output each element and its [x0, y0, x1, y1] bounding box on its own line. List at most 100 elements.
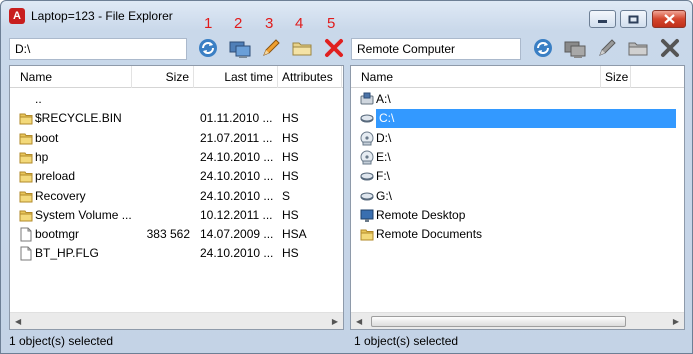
delete-x-icon [324, 38, 343, 57]
file-attributes: S [282, 188, 291, 203]
local-file-row[interactable]: hp 24.10.2010 ... HS [10, 148, 343, 167]
remote-horizontal-scrollbar[interactable]: ◀ ▶ [351, 312, 684, 329]
remote-new-folder-button[interactable] [623, 34, 652, 61]
remote-drive-row[interactable]: F:\ [351, 167, 684, 186]
local-rename-button[interactable] [256, 34, 285, 61]
file-last-time: 01.11.2010 ... [200, 111, 273, 126]
local-file-row[interactable]: System Volume ... 10.12.2011 ... HS [10, 206, 343, 225]
file-name: boot [35, 130, 59, 145]
hard-drive-icon [360, 192, 374, 200]
column-size[interactable]: Size [132, 66, 194, 88]
drive-name: E:\ [376, 149, 391, 164]
drive-name: Remote Documents [376, 227, 483, 242]
close-window-button[interactable] [652, 10, 686, 28]
file-size [132, 167, 190, 186]
file-attributes: HSA [282, 227, 307, 242]
drive-name: F:\ [376, 169, 390, 184]
refresh-icon [198, 38, 217, 57]
refresh-icon [533, 38, 552, 57]
file-last-time: 24.10.2010 ... [200, 149, 274, 164]
window-title: Laptop=123 - File Explorer [31, 9, 173, 23]
file-attributes: HS [282, 207, 299, 222]
scroll-right-icon[interactable]: ▶ [673, 313, 679, 330]
maximize-button[interactable] [620, 10, 647, 28]
file-size: 383 562 [146, 227, 190, 242]
file-attributes: HS [282, 130, 299, 145]
file-last-time: 14.07.2009 ... [200, 227, 274, 242]
local-copy-to-remote-button[interactable] [225, 34, 254, 61]
folder-icon [19, 171, 33, 183]
remote-drive-row[interactable]: Remote Desktop [351, 206, 684, 225]
remote-rename-button[interactable] [592, 34, 621, 61]
folder-icon [19, 152, 33, 164]
file-name: preload [35, 169, 76, 184]
remote-drive-row[interactable]: E:\ [351, 148, 684, 167]
scroll-right-icon[interactable]: ▶ [332, 313, 338, 330]
remote-delete-button[interactable] [655, 34, 684, 61]
local-file-row[interactable]: $RECYCLE.BIN 01.11.2010 ... HS [10, 109, 343, 128]
local-file-pane: Name Size Last time Attributes .. $RECYCL… [9, 65, 344, 330]
column-attributes[interactable]: Attributes [278, 66, 342, 88]
remote-status-text: 1 object(s) selected [354, 334, 459, 348]
column-name[interactable]: Name [351, 66, 601, 88]
rename-pencil-icon [262, 38, 280, 56]
file-name: $RECYCLE.BIN [35, 111, 122, 126]
remote-refresh-button[interactable] [528, 34, 557, 61]
column-size[interactable]: Size [601, 66, 631, 88]
remote-path-input[interactable]: Remote Computer [351, 38, 521, 60]
remote-drive-row[interactable]: G:\ [351, 187, 684, 206]
local-delete-button[interactable] [319, 34, 348, 61]
remote-drive-row[interactable]: Remote Documents [351, 225, 684, 244]
file-icon [20, 227, 32, 242]
file-last-time: 24.10.2010 ... [200, 188, 274, 203]
local-file-row[interactable]: bootmgr 383 562 14.07.2009 ... HSA [10, 225, 343, 244]
column-name[interactable]: Name [10, 66, 132, 88]
local-new-folder-button[interactable] [287, 34, 316, 61]
column-last-time[interactable]: Last time [194, 66, 278, 88]
app-logo-icon: A [9, 8, 25, 24]
minimize-button[interactable] [589, 10, 616, 28]
hard-drive-icon [360, 114, 374, 123]
file-last-time: 24.10.2010 ... [200, 246, 274, 261]
scroll-left-icon[interactable]: ◀ [15, 313, 21, 330]
file-attributes: HS [282, 246, 299, 261]
folder-icon [360, 229, 374, 241]
local-file-row[interactable]: .. [10, 90, 343, 109]
minimize-icon [598, 19, 607, 23]
floppy-drive-icon [360, 92, 374, 105]
scroll-left-icon[interactable]: ◀ [356, 313, 362, 330]
new-folder-icon [292, 42, 311, 55]
file-name: BT_HP.FLG [35, 246, 99, 261]
delete-x-icon [660, 38, 679, 57]
file-name: System Volume ... [35, 207, 131, 222]
remote-desktop-icon [360, 209, 374, 222]
new-folder-icon [628, 42, 647, 55]
file-size [132, 187, 190, 206]
remote-drive-row[interactable]: C:\ [351, 109, 684, 129]
file-size [132, 129, 190, 148]
rename-pencil-icon [598, 38, 616, 56]
drive-name: Remote Desktop [376, 207, 466, 222]
local-file-row[interactable]: Recovery 24.10.2010 ... S [10, 187, 343, 206]
remote-drive-row[interactable]: D:\ [351, 129, 684, 148]
horizontal-scroll-thumb[interactable] [371, 316, 626, 327]
file-size [132, 148, 190, 167]
remote-copy-to-local-button[interactable] [560, 34, 589, 61]
remote-drive-row[interactable]: A:\ [351, 90, 684, 109]
local-path-input[interactable]: D:\ [9, 38, 187, 60]
local-file-row[interactable]: BT_HP.FLG 24.10.2010 ... HS [10, 244, 343, 263]
step-number-4: 4 [295, 15, 304, 32]
file-size [132, 244, 190, 263]
local-file-row[interactable]: boot 21.07.2011 ... HS [10, 129, 343, 148]
file-name: .. [35, 92, 42, 106]
local-status-text: 1 object(s) selected [9, 334, 114, 348]
local-refresh-button[interactable] [193, 34, 222, 61]
close-icon [663, 14, 675, 24]
title-bar[interactable]: A Laptop=123 - File Explorer [1, 1, 692, 31]
parent-dir-icon [19, 92, 33, 107]
file-last-time: 21.07.2011 ... [200, 130, 273, 145]
local-file-row[interactable]: preload 24.10.2010 ... HS [10, 167, 343, 186]
local-horizontal-scrollbar[interactable]: ◀ ▶ [10, 312, 343, 329]
hard-drive-icon [360, 172, 374, 181]
copy-to-computer-icon [229, 41, 250, 58]
